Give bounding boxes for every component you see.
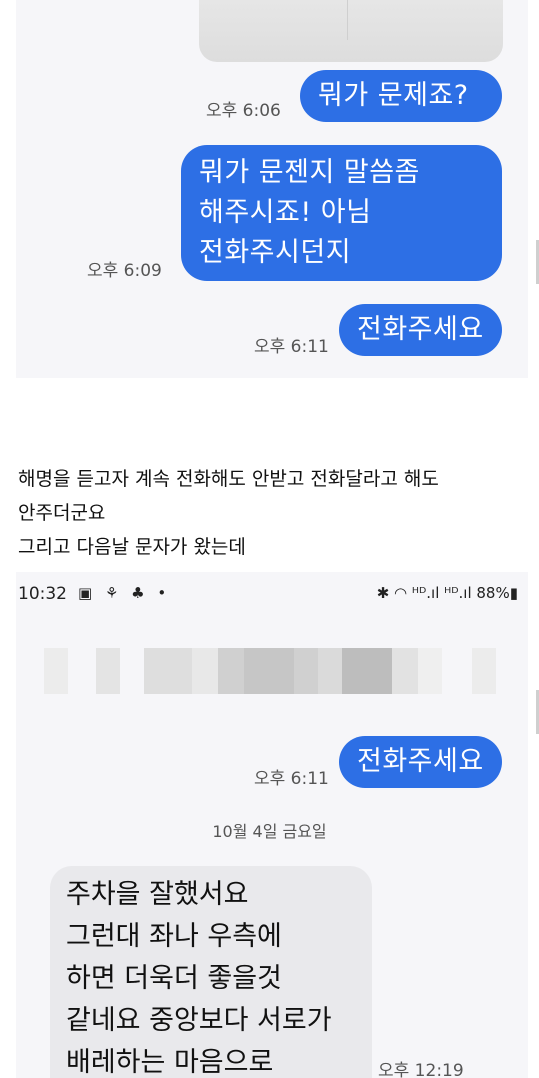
caption-line: 해명을 듣고자 계속 전화해도 안받고 전화달라고 해도 xyxy=(18,468,439,490)
message-timestamp: 오후 6:06 xyxy=(206,101,281,121)
message-timestamp: 오후 12:19 xyxy=(378,1061,464,1078)
caption-line: 그리고 다음날 문자가 왔는데 xyxy=(18,536,246,558)
sent-message-bubble[interactable]: 뭐가 문젠지 말씀좀 해주시죠! 아님 전화주시던지 xyxy=(181,145,502,281)
caption-line: 안주더군요 xyxy=(18,502,106,524)
message-timestamp: 오후 6:09 xyxy=(87,261,162,281)
status-bar: 10:32 ▣ ⚘ ♣ • ✱ ◠ ᴴᴰ.ıl ᴴᴰ.ıl 88%▮ xyxy=(18,584,518,608)
status-time: 10:32 xyxy=(18,584,67,604)
received-message-bubble[interactable]: 주차을 잘했서요 그런대 좌나 우측에 하면 더욱더 좋을것 같네요 중앙보다 … xyxy=(50,866,372,1078)
image-attachment[interactable] xyxy=(199,0,503,62)
sent-message-bubble[interactable]: 전화주세요 xyxy=(339,304,502,356)
post-caption: 해명을 듣고자 계속 전화해도 안받고 전화달라고 해도 안주더군요 그리고 다… xyxy=(18,462,528,564)
sent-message-bubble[interactable]: 전화주세요 xyxy=(339,736,502,788)
message-timestamp: 오후 6:11 xyxy=(254,769,329,789)
system-status-icons: ✱ ◠ ᴴᴰ.ıl ᴴᴰ.ıl 88%▮ xyxy=(376,584,518,602)
sent-message-bubble[interactable]: 뭐가 문제죠? xyxy=(300,70,502,122)
message-timestamp: 오후 6:11 xyxy=(254,337,329,357)
page: 뭐가 문제죠? 오후 6:06 뭐가 문젠지 말씀좀 해주시죠! 아님 전화주시… xyxy=(0,0,539,1078)
date-separator: 10월 4일 금요일 xyxy=(212,822,327,841)
blurred-contact-name xyxy=(44,648,496,694)
notification-icons: ▣ ⚘ ♣ • xyxy=(78,584,171,602)
